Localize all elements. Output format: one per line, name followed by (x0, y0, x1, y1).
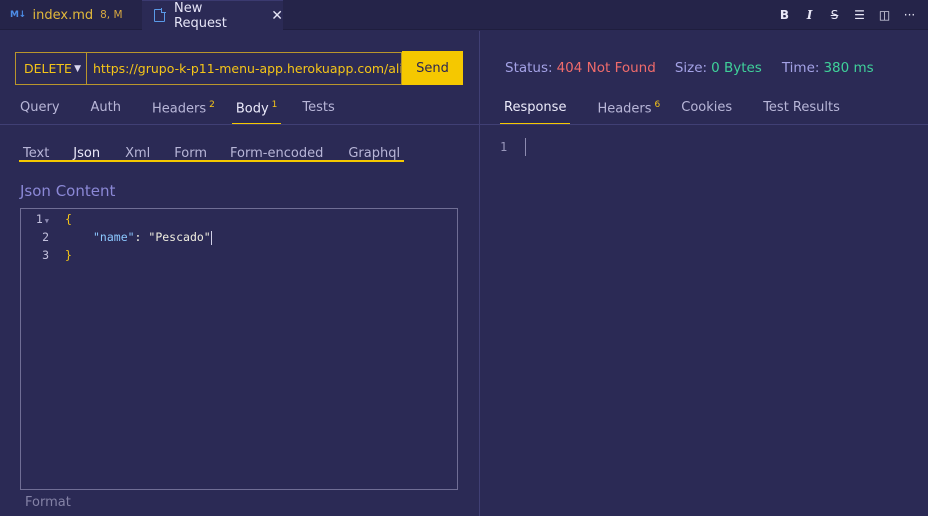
tab-label: Auth (90, 100, 121, 115)
body-tab-form[interactable]: Form (174, 146, 207, 161)
tab-test-results[interactable]: Test Results (763, 100, 840, 123)
body-tab-text[interactable]: Text (23, 146, 49, 161)
tab-new-request[interactable]: New Request ✕ (142, 0, 283, 31)
split-editor-icon[interactable]: ◫ (872, 3, 897, 27)
json-editor[interactable]: 1 ▼ 2 3 { "name": "Pescado" } (20, 208, 458, 490)
bold-icon[interactable]: B (772, 3, 797, 27)
tab-body[interactable]: Body 1 (231, 100, 282, 126)
tab-label: Response (504, 100, 567, 115)
tab-cookies[interactable]: Cookies (681, 100, 732, 123)
tab-label: Test Results (763, 100, 840, 115)
tab-label: Json (73, 146, 101, 161)
list-icon[interactable]: ☰ (847, 3, 872, 27)
tab-label: Cookies (681, 100, 733, 115)
tab-label: New Request (174, 0, 227, 31)
response-meta: Status: 404 Not Found Size: 0 Bytes Time… (505, 60, 874, 76)
active-tab-indicator (19, 160, 405, 162)
editor-tab-bar: M↓ index.md 8, M New Request ✕ B I S ☰ ◫… (0, 0, 928, 31)
request-tabs-divider (0, 124, 479, 125)
line-number: 1 ▼ (35, 212, 49, 226)
json-key: "name" (93, 230, 135, 244)
tab-label: Headers (597, 101, 652, 117)
tab-label: Body (235, 101, 269, 117)
response-tabs-divider (480, 124, 928, 125)
json-content-heading: Json Content (20, 182, 116, 200)
tab-label: Query (20, 100, 60, 115)
size-value: 0 Bytes (711, 60, 762, 76)
line-number: 2 (42, 230, 49, 244)
time-label: Time: (781, 60, 820, 76)
body-type-tabs: Text Json Xml Form Form-encoded Graphql (19, 146, 405, 162)
json-line-name: "name": "Pescado" (93, 230, 212, 245)
tab-response[interactable]: Response (500, 100, 571, 126)
tab-index-md[interactable]: M↓ index.md 8, M (0, 0, 142, 30)
fold-icon[interactable]: ▼ (45, 217, 49, 225)
format-button[interactable]: Format (25, 495, 71, 510)
body-tab-form-encoded[interactable]: Form-encoded (230, 146, 323, 161)
close-icon[interactable]: ✕ (271, 8, 283, 24)
pane-divider[interactable] (479, 31, 480, 516)
size-label: Size: (674, 60, 708, 76)
tab-tests[interactable]: Tests (302, 100, 334, 123)
line-number: 3 (42, 248, 49, 262)
file-icon (154, 8, 166, 22)
status-value: 404 Not Found (556, 60, 656, 76)
url-input[interactable]: https://grupo-k-p11-menu-app.herokuapp.c… (86, 52, 402, 85)
editor-toolbar: B I S ☰ ◫ ··· (772, 0, 922, 30)
tab-response-headers[interactable]: Headers 6 (597, 100, 660, 123)
tab-query[interactable]: Query (20, 100, 60, 123)
body-tab-xml[interactable]: Xml (125, 146, 150, 161)
more-actions-icon[interactable]: ··· (897, 3, 922, 27)
response-viewer[interactable] (525, 138, 526, 156)
body-tab-graphql[interactable]: Graphql (348, 146, 400, 161)
body-tab-json[interactable]: Json (19, 146, 405, 162)
json-colon: : (134, 230, 149, 244)
tab-label: Headers (151, 101, 207, 117)
request-tabs: Query Auth Headers 2 Body 1 Tests (20, 100, 335, 126)
markdown-icon: M↓ (10, 10, 26, 20)
italic-icon[interactable]: I (797, 3, 822, 27)
text-cursor (210, 230, 212, 245)
status-label: Status: (505, 60, 553, 76)
response-tabs: Response Headers 6 Cookies Test Results (500, 100, 840, 126)
response-line-number: 1 (500, 140, 508, 154)
json-open-brace: { (65, 212, 72, 226)
tab-headers[interactable]: Headers 2 (152, 100, 215, 123)
response-headers-count: 6 (654, 100, 661, 110)
json-value: "Pescado" (148, 230, 211, 244)
method-value: DELETE (24, 61, 72, 76)
headers-count: 2 (209, 100, 215, 110)
method-select[interactable]: DELETE ▼ (15, 52, 86, 85)
tab-label: Tests (302, 100, 335, 115)
tab-label: index.md (32, 7, 94, 23)
strikethrough-icon[interactable]: S (822, 3, 847, 27)
send-button[interactable]: Send (402, 51, 463, 85)
chevron-down-icon: ▼ (74, 64, 81, 74)
tab-modified-badge: 8, M (100, 9, 123, 21)
time-value: 380 ms (823, 60, 874, 76)
tab-auth[interactable]: Auth (91, 100, 121, 123)
json-close-brace: } (65, 248, 72, 262)
body-count: 1 (271, 100, 278, 110)
